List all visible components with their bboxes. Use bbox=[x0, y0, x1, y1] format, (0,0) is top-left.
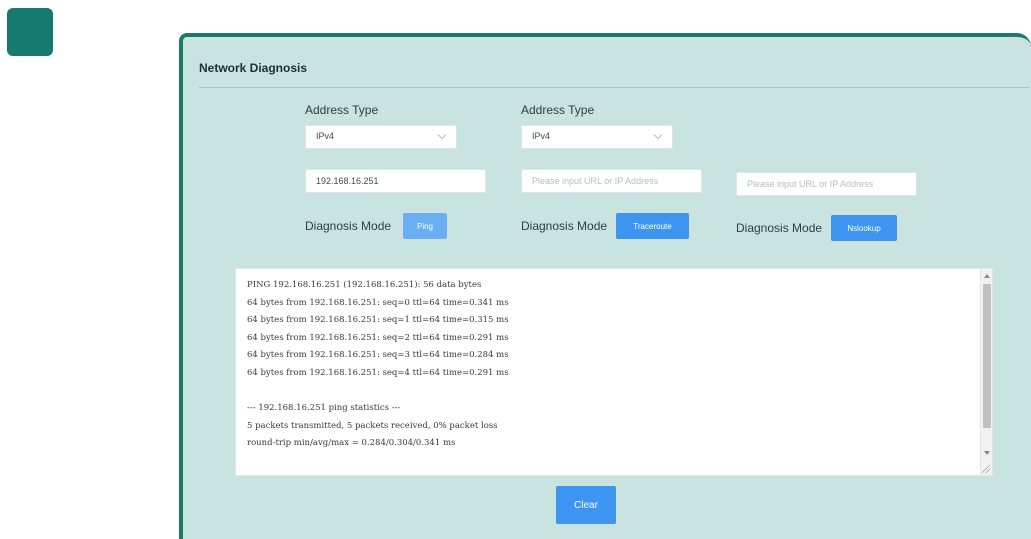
output-line: 64 bytes from 192.168.16.251: seq=1 ttl=… bbox=[247, 315, 509, 326]
traceroute-address-type-label: Address Type bbox=[521, 103, 595, 117]
chevron-down-icon bbox=[437, 130, 447, 140]
chevron-down-icon bbox=[653, 130, 663, 140]
output-text: PING 192.168.16.251 (192.168.16.251): 56… bbox=[247, 277, 509, 453]
ping-address-type-label: Address Type bbox=[305, 103, 379, 117]
scroll-thumb[interactable] bbox=[983, 284, 991, 428]
resize-grip-icon[interactable] bbox=[982, 465, 990, 473]
traceroute-address-input[interactable] bbox=[521, 169, 702, 193]
ping-address-input[interactable] bbox=[305, 169, 486, 193]
traceroute-address-type-value: IPv4 bbox=[532, 131, 551, 141]
scroll-down-icon[interactable] bbox=[984, 451, 990, 455]
network-diagnosis-panel: Network Diagnosis Address Type IPv4 Diag… bbox=[179, 33, 1031, 539]
output-line: 64 bytes from 192.168.16.251: seq=2 ttl=… bbox=[247, 332, 509, 343]
scroll-up-icon[interactable] bbox=[984, 274, 990, 278]
ping-button[interactable]: Ping bbox=[403, 213, 447, 239]
output-line: round-trip min/avg/max = 0.284/0.304/0.3… bbox=[247, 438, 456, 449]
panel-title: Network Diagnosis bbox=[199, 61, 308, 75]
ping-address-type-value: IPv4 bbox=[316, 131, 335, 141]
ping-diagnosis-mode-label: Diagnosis Mode bbox=[305, 219, 392, 233]
nslookup-address-input[interactable] bbox=[736, 172, 917, 196]
traceroute-diagnosis-mode-label: Diagnosis Mode bbox=[521, 219, 608, 233]
output-line: PING 192.168.16.251 (192.168.16.251): 56… bbox=[247, 280, 482, 290]
output-line: 64 bytes from 192.168.16.251: seq=0 ttl=… bbox=[247, 297, 509, 308]
app-tile-icon[interactable] bbox=[7, 8, 53, 56]
clear-button[interactable]: Clear bbox=[556, 486, 616, 524]
divider bbox=[199, 87, 1029, 88]
output-scrollbar[interactable] bbox=[980, 269, 992, 475]
output-line: 64 bytes from 192.168.16.251: seq=4 ttl=… bbox=[247, 367, 509, 378]
output-line: 64 bytes from 192.168.16.251: seq=3 ttl=… bbox=[247, 350, 509, 361]
nslookup-diagnosis-mode-label: Diagnosis Mode bbox=[736, 221, 823, 235]
diagnosis-output[interactable]: PING 192.168.16.251 (192.168.16.251): 56… bbox=[235, 268, 993, 476]
nslookup-button[interactable]: Nslookup bbox=[831, 215, 897, 241]
traceroute-button[interactable]: Traceroute bbox=[616, 213, 689, 239]
ping-address-type-select[interactable]: IPv4 bbox=[305, 125, 457, 149]
output-line: --- 192.168.16.251 ping statistics --- bbox=[247, 403, 401, 414]
traceroute-address-type-select[interactable]: IPv4 bbox=[521, 125, 673, 149]
output-line: 5 packets transmitted, 5 packets receive… bbox=[247, 420, 498, 431]
